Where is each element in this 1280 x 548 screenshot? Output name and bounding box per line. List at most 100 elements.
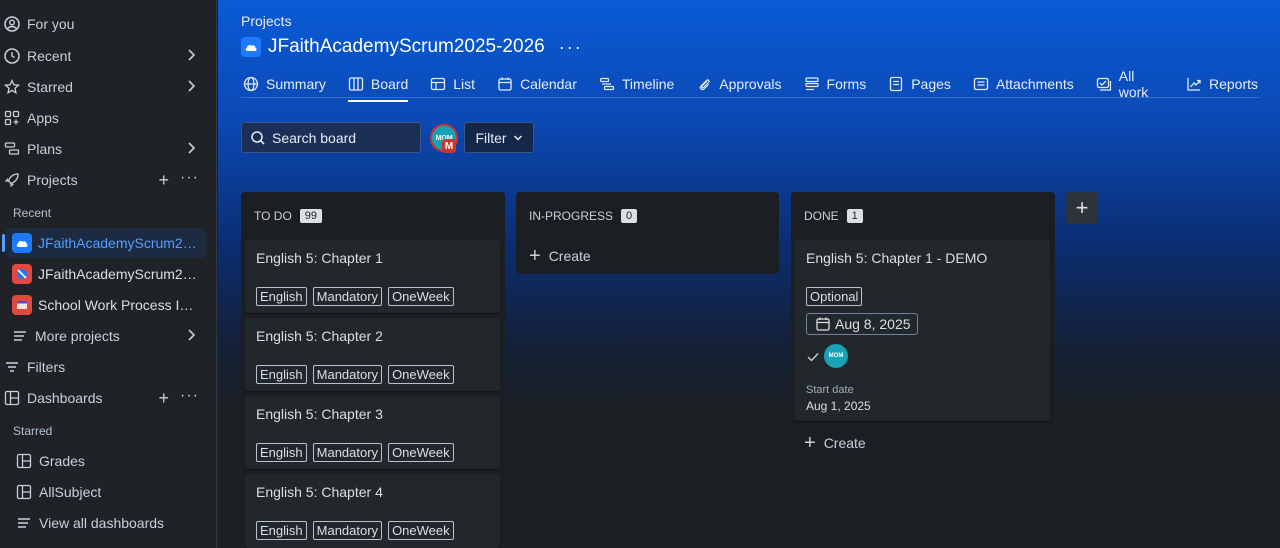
column-count: 0 [621, 209, 638, 223]
card-title: English 5: Chapter 4 [256, 484, 383, 500]
sidebar-item-plans[interactable]: Plans [0, 135, 217, 163]
issue-card[interactable]: English 5: Chapter 4 English Mandatory O… [245, 474, 500, 548]
tab-timeline[interactable]: Timeline [599, 72, 674, 96]
column-todo: TO DO 99 English 5: Chapter 1 English Ma… [241, 192, 505, 548]
column-header: DONE 1 [804, 209, 863, 223]
label-tag: English [256, 443, 307, 462]
issue-card[interactable]: English 5: Chapter 2 English Mandatory O… [245, 318, 500, 391]
all-work-icon [1096, 76, 1112, 92]
sidebar-item-label: Starred [27, 79, 73, 95]
project-avatar-icon [12, 264, 32, 284]
tab-summary[interactable]: Summary [243, 72, 326, 96]
tab-calendar[interactable]: Calendar [497, 72, 577, 96]
tab-label: All work [1118, 68, 1149, 100]
sidebar-item-for-you[interactable]: For you [0, 10, 217, 38]
list-lines-icon [11, 327, 29, 345]
issue-card[interactable]: English 5: Chapter 1 - DEMO Optional Aug… [795, 240, 1050, 421]
list-lines-icon [15, 514, 33, 532]
label-tag: OneWeek [388, 365, 454, 384]
tab-label: Approvals [719, 76, 782, 92]
sidebar-item-label: Grades [39, 453, 85, 469]
sidebar-project-school-work[interactable]: School Work Process Improvement [6, 290, 206, 320]
sidebar-item-label: Recent [27, 48, 72, 64]
sidebar: For you Recent Starred Apps Plans Projec… [0, 0, 217, 548]
chevron-right-icon[interactable] [187, 48, 197, 65]
column-done: DONE 1 English 5: Chapter 1 - DEMO Optio… [791, 192, 1055, 461]
sidebar-item-starred[interactable]: Starred [0, 73, 217, 101]
sidebar-item-label: Filters [27, 359, 66, 375]
sidebar-project-jfaith-2[interactable]: JFaithAcademyScrum2025-2026 [6, 259, 206, 289]
card-labels: English Mandatory OneWeek [256, 287, 460, 306]
globe-icon [243, 76, 259, 92]
tab-label: Timeline [621, 76, 675, 92]
sidebar-item-view-all-dashboards[interactable]: View all dashboards [12, 509, 229, 537]
tab-label: List [453, 76, 476, 92]
card-title: English 5: Chapter 2 [256, 328, 383, 344]
tab-reports[interactable]: Reports [1186, 72, 1258, 96]
chevron-right-icon[interactable] [187, 141, 197, 158]
label-tag: English [256, 365, 307, 384]
create-issue-button[interactable]: + Create [529, 245, 591, 267]
tab-list[interactable]: List [430, 72, 475, 96]
add-column-button[interactable]: + [1066, 192, 1098, 224]
issue-card[interactable]: English 5: Chapter 1 English Mandatory O… [245, 240, 500, 313]
tab-all-work[interactable]: All work [1096, 68, 1164, 100]
sidebar-item-projects[interactable]: Projects + ··· [0, 166, 217, 194]
tab-label: Board [370, 76, 409, 92]
sidebar-item-grades[interactable]: Grades [12, 447, 229, 475]
tab-label: Calendar [520, 76, 577, 92]
card-labels: English Mandatory OneWeek [256, 443, 460, 462]
search-icon [250, 130, 266, 146]
sidebar-item-apps[interactable]: Apps [0, 104, 217, 132]
page-title: JFaithAcademyScrum2025-2026 [268, 36, 545, 57]
search-placeholder: Search board [272, 129, 357, 146]
sidebar-item-more-projects[interactable]: More projects [8, 322, 225, 350]
add-project-icon[interactable]: + [158, 170, 169, 191]
calendar-icon [815, 316, 831, 332]
add-dashboard-icon[interactable]: + [158, 388, 169, 409]
column-count: 1 [846, 209, 863, 223]
column-header: IN-PROGRESS 0 [529, 209, 638, 223]
more-icon[interactable]: ··· [180, 387, 199, 405]
filter-icon [3, 358, 21, 376]
reports-icon [1186, 76, 1202, 92]
plus-icon: + [529, 245, 541, 267]
create-issue-button[interactable]: + Create [804, 433, 866, 453]
chevron-right-icon[interactable] [187, 79, 197, 96]
sidebar-project-jfaith-1[interactable]: JFaithAcademyScrum2025-2026 [2, 228, 206, 258]
filter-label: Filter [475, 129, 507, 146]
attachments-icon [973, 76, 989, 92]
more-actions-button[interactable]: ··· [559, 37, 583, 58]
sidebar-project-label: JFaithAcademyScrum2025-2026 [38, 235, 198, 251]
assignee-avatar[interactable]: MOM [824, 344, 848, 368]
issue-card[interactable]: English 5: Chapter 3 English Mandatory O… [245, 396, 500, 469]
card-labels: English Mandatory OneWeek [256, 521, 460, 540]
cloud-icon [12, 233, 32, 253]
clock-icon [3, 47, 21, 65]
start-date-value: Aug 1, 2025 [806, 399, 871, 413]
more-icon[interactable]: ··· [180, 169, 199, 187]
tab-label: Reports [1208, 76, 1258, 92]
tab-bar: Summary Board List Calendar Timeline App… [243, 68, 1280, 102]
sidebar-item-dashboards[interactable]: Dashboards + ··· [0, 384, 217, 412]
active-indicator [2, 234, 5, 252]
filter-button[interactable]: Filter [464, 122, 534, 153]
starred-heading: Starred [13, 424, 53, 438]
tab-forms[interactable]: Forms [804, 72, 866, 96]
card-title: English 5: Chapter 1 [256, 250, 383, 266]
label-tag: English [256, 521, 307, 540]
tab-approvals[interactable]: Approvals [696, 72, 782, 96]
tab-board[interactable]: Board [347, 72, 409, 102]
tab-pages[interactable]: Pages [888, 72, 951, 96]
chevron-right-icon[interactable] [187, 328, 197, 345]
sidebar-item-allsubject[interactable]: AllSubject [12, 478, 229, 506]
breadcrumb[interactable]: Projects [241, 13, 292, 29]
list-icon [430, 76, 446, 92]
search-board-input[interactable]: Search board [241, 122, 421, 153]
sidebar-item-filters[interactable]: Filters [0, 353, 217, 381]
timeline-icon [599, 76, 615, 92]
sidebar-item-label: Projects [27, 172, 78, 188]
tab-label: Summary [266, 76, 326, 92]
tab-attachments[interactable]: Attachments [973, 72, 1074, 96]
sidebar-item-recent[interactable]: Recent [0, 42, 217, 70]
